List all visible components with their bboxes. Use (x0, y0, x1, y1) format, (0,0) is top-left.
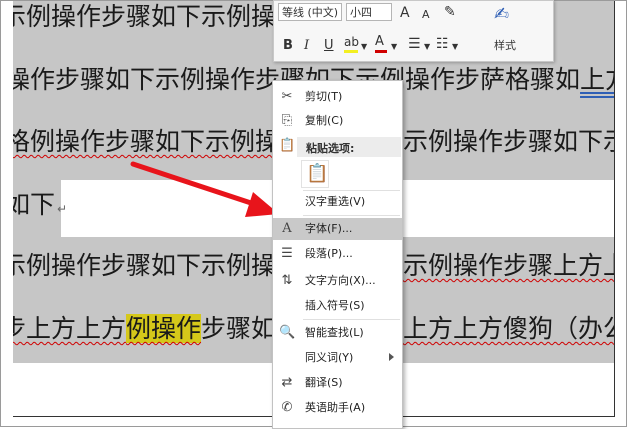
menu-item-font[interactable]: A 字体(F)... (273, 218, 402, 240)
text-direction-icon: ⇅ (281, 273, 293, 288)
paste-text-icon: 📋 (306, 163, 329, 184)
menu-item-text-direction[interactable]: ⇅ 文字方向(X)... (273, 270, 402, 292)
font-name-select[interactable]: 等线 (中文) (278, 3, 342, 21)
menu-divider (303, 215, 400, 216)
menu-item-label: 翻译(S) (305, 376, 343, 389)
numbering-icon[interactable]: ☷ (436, 36, 449, 52)
menu-item-copy[interactable]: ⎘ 复制(C) (273, 110, 402, 132)
paragraph-icon: ☰ (281, 246, 293, 261)
paste-keep-text-only-button[interactable]: 📋 (301, 160, 329, 188)
bullets-dropdown-icon[interactable]: ▼ (424, 39, 430, 55)
italic-button[interactable]: I (304, 38, 309, 54)
font-color-dropdown-icon[interactable]: ▼ (391, 39, 397, 55)
submenu-arrow-icon (389, 353, 394, 361)
menu-item-label: 同义词(Y) (305, 351, 354, 364)
styles-label: 样式 (494, 39, 516, 52)
menu-item-label: 剪切(T) (305, 90, 343, 103)
copy-icon: ⎘ (281, 113, 293, 128)
menu-item-label: 字体(F)... (305, 222, 353, 235)
mini-toolbar: 等线 (中文) 小四 A A ✎ B I U ab ▼ A ▼ ☰ ▼ ☷ ▼ … (273, 0, 554, 62)
menu-item-label: 汉字重选(V) (305, 195, 366, 208)
menu-item-label: 段落(P)... (305, 247, 353, 260)
styles-icon: ✍ (494, 4, 510, 25)
menu-item-label: 英语助手(A) (305, 401, 366, 414)
translate-icon: ⇄ (281, 375, 293, 390)
menu-item-synonyms[interactable]: 同义词(Y) (273, 347, 402, 369)
underline-button[interactable]: U (324, 38, 334, 54)
menu-item-english-assistant[interactable]: ✆ 英语助手(A) (273, 397, 402, 419)
highlight-dropdown-icon[interactable]: ▼ (361, 39, 367, 55)
english-assistant-icon: ✆ (281, 400, 293, 415)
menu-item-paragraph[interactable]: ☰ 段落(P)... (273, 243, 402, 265)
grow-font-button[interactable]: A (400, 5, 410, 21)
bold-button[interactable]: B (283, 38, 293, 54)
menu-divider (303, 319, 400, 320)
menu-item-label: 文字方向(X)... (305, 274, 376, 287)
smart-lookup-icon: 🔍 (279, 325, 296, 340)
numbering-dropdown-icon[interactable]: ▼ (452, 39, 458, 55)
menu-item-translate[interactable]: ⇄ 翻译(S) (273, 372, 402, 394)
menu-item-cut[interactable]: ✂ 剪切(T) (273, 86, 402, 108)
shrink-font-button[interactable]: A (422, 7, 430, 23)
styles-button[interactable]: ✍ 样式 (482, 1, 528, 59)
paste-options-header: 粘贴选项: (297, 137, 401, 157)
menu-item-insert-symbol[interactable]: 插入符号(S) (273, 295, 402, 317)
menu-item-label: 复制(C) (305, 114, 344, 127)
scissors-icon: ✂ (281, 89, 293, 104)
format-painter-icon[interactable]: ✎ (444, 4, 456, 20)
menu-item-smart-lookup[interactable]: 🔍 智能查找(L) (273, 322, 402, 344)
clipboard-icon: 📋 (279, 138, 296, 153)
bullets-icon[interactable]: ☰ (408, 36, 421, 52)
font-icon: A (282, 221, 292, 236)
menu-item-reconversion[interactable]: 汉字重选(V) (273, 191, 402, 213)
font-size-select[interactable]: 小四 (346, 3, 392, 21)
menu-item-label: 智能查找(L) (305, 326, 364, 339)
font-color-button[interactable]: A (375, 34, 387, 53)
highlight-color-icon[interactable]: ab (344, 34, 359, 53)
menu-item-label: 插入符号(S) (305, 299, 365, 312)
context-menu: ✂ 剪切(T) ⎘ 复制(C) 📋 粘贴选项: 📋 汉字重选(V) A 字体(F… (272, 80, 403, 429)
